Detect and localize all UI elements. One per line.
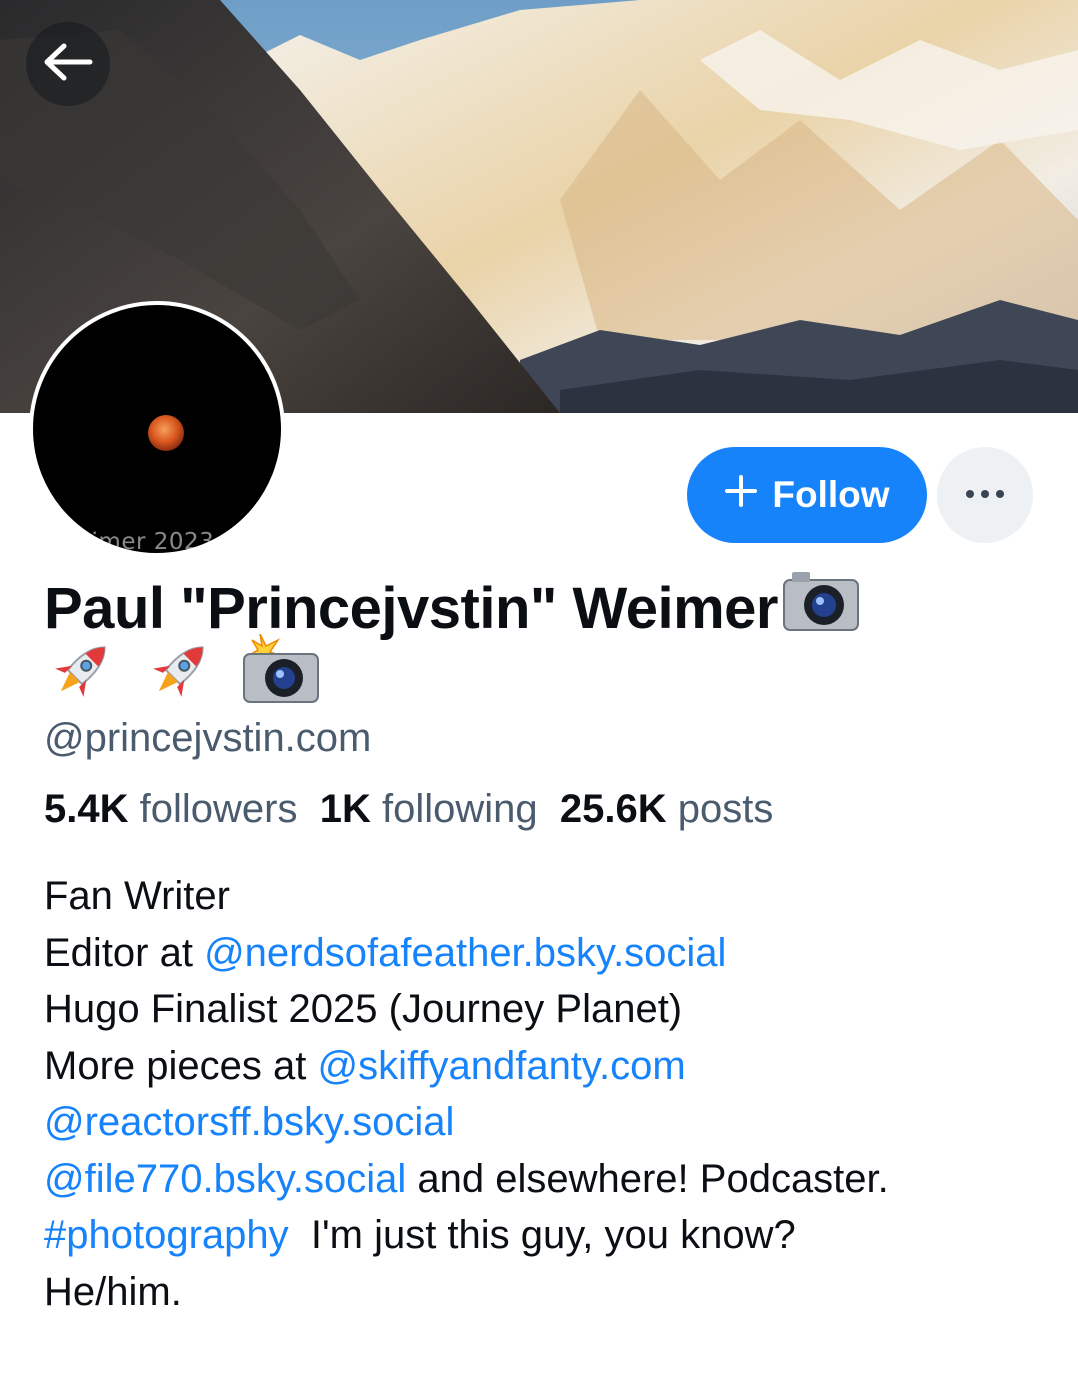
avatar-watermark: Weimer 2023 bbox=[55, 529, 215, 555]
bio-line: Hugo Finalist 2025 (Journey Planet) bbox=[44, 987, 683, 1031]
bio-mention-link[interactable]: @file770.bsky.social bbox=[44, 1157, 406, 1201]
bio-text: and elsewhere! Podcaster. bbox=[406, 1156, 889, 1201]
bio-line: Editor at @nerdsofafeather.bsky.social bbox=[44, 925, 1044, 982]
bio-line: He/him. bbox=[44, 1269, 182, 1314]
followers-count: 5.4K bbox=[44, 787, 129, 831]
bio-mention-link[interactable]: @nerdsofafeather.bsky.social bbox=[204, 931, 726, 975]
display-name-text: Paul "Princejvstin" Weimer bbox=[44, 576, 778, 641]
rocket-icon bbox=[44, 634, 120, 711]
rocket-icon bbox=[142, 634, 218, 711]
bio-mention-link[interactable]: @reactorsff.bsky.social bbox=[44, 1100, 454, 1144]
more-options-button[interactable] bbox=[937, 447, 1033, 543]
following-stat[interactable]: 1K following bbox=[320, 787, 538, 831]
profile-bio: Fan Writer Editor at @nerdsofafeather.bs… bbox=[44, 868, 1044, 1320]
name-emoji-row bbox=[44, 633, 322, 711]
arrow-left-icon bbox=[42, 42, 94, 87]
camera-with-flash-icon bbox=[240, 633, 322, 711]
profile-handle: @princejvstin.com bbox=[44, 716, 372, 760]
bio-line: #photography I'm just this guy, you know… bbox=[44, 1207, 1044, 1264]
following-count: 1K bbox=[319, 787, 371, 831]
plus-icon bbox=[724, 474, 758, 517]
bio-line: @reactorsff.bsky.social bbox=[44, 1094, 1044, 1151]
posts-stat: 25.6K posts bbox=[560, 787, 773, 831]
bio-line: More pieces at @skiffyandfanty.com bbox=[44, 1038, 1044, 1095]
profile-stats: 5.4K followers 1K following 25.6K posts bbox=[44, 787, 773, 832]
followers-label: followers bbox=[139, 787, 298, 831]
bio-line: @file770.bsky.social and elsewhere! Podc… bbox=[44, 1151, 1044, 1208]
bio-text: Editor at bbox=[44, 930, 205, 975]
bio-text: I'm just this guy, you know? bbox=[288, 1213, 796, 1257]
bio-text: More pieces at bbox=[44, 1043, 318, 1088]
following-label: following bbox=[381, 787, 538, 831]
back-button[interactable] bbox=[26, 22, 110, 106]
ellipsis-icon bbox=[965, 486, 1005, 504]
follow-button[interactable]: Follow bbox=[687, 447, 927, 543]
posts-count: 25.6K bbox=[559, 787, 667, 831]
camera-icon bbox=[782, 568, 860, 648]
bio-mention-link[interactable]: @skiffyandfanty.com bbox=[317, 1044, 685, 1088]
bio-hashtag-link[interactable]: #photography bbox=[44, 1213, 289, 1257]
followers-stat[interactable]: 5.4K followers bbox=[44, 787, 297, 831]
avatar[interactable]: Weimer 2023 bbox=[29, 301, 285, 557]
bio-line: Fan Writer bbox=[44, 874, 230, 918]
posts-label: posts bbox=[677, 787, 774, 831]
follow-label: Follow bbox=[772, 474, 890, 515]
